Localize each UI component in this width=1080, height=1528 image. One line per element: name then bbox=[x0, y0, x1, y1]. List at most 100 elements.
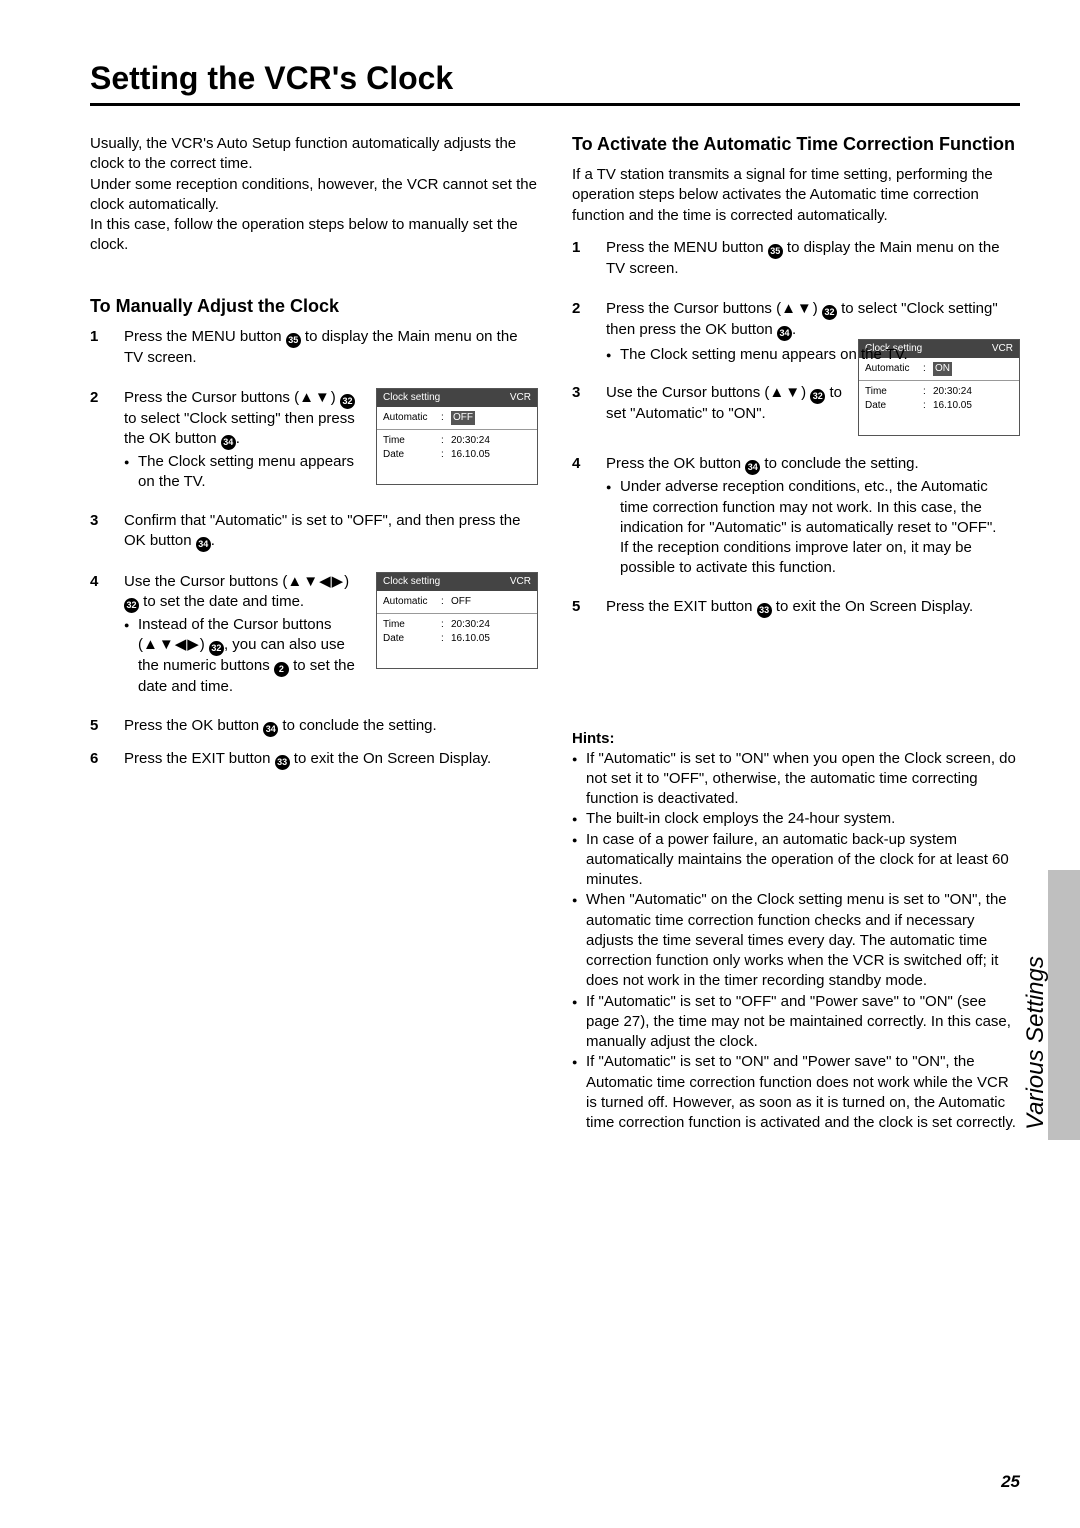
step-text: ) bbox=[344, 573, 349, 590]
two-column-layout: Usually, the VCR's Auto Setup function a… bbox=[90, 134, 1020, 1133]
ref-badge-ok: 34 bbox=[263, 722, 278, 737]
osd-panel-off: Clock setting VCR Automatic : OFF bbox=[376, 388, 538, 485]
step-6: 6 Press the EXIT button 33 to exit the O… bbox=[90, 749, 538, 772]
intro-line: Usually, the VCR's Auto Setup function a… bbox=[90, 134, 538, 175]
sub-bullet: The Clock setting menu appears on the TV… bbox=[124, 452, 364, 493]
step-2: 2 Press the Cursor buttons (▲▼) 32 to se… bbox=[572, 299, 1020, 365]
hint-item: In case of a power failure, an automatic… bbox=[572, 830, 1020, 891]
hints-heading: Hints: bbox=[572, 730, 1020, 747]
step-text: Press the MENU button bbox=[124, 328, 286, 345]
step-number: 2 bbox=[90, 388, 124, 408]
step-text: . bbox=[792, 321, 796, 338]
osd-value-automatic: OFF bbox=[451, 411, 475, 425]
step-text: to exit the On Screen Display. bbox=[290, 750, 491, 767]
osd-value-date: 16.10.05 bbox=[451, 448, 531, 462]
hint-item: If "Automatic" is set to "ON" when you o… bbox=[572, 749, 1020, 810]
step-text: to set the date and time. bbox=[139, 593, 304, 610]
hint-item: When "Automatic" on the Clock setting me… bbox=[572, 890, 1020, 991]
ref-badge-cursor: 32 bbox=[810, 389, 825, 404]
ref-badge-exit: 33 bbox=[275, 755, 290, 770]
manual-steps: 1 Press the MENU button 35 to display th… bbox=[90, 327, 538, 772]
step-number: 1 bbox=[90, 327, 124, 347]
step-4: 4 Press the OK button 34 to conclude the… bbox=[572, 454, 1020, 578]
arrows-icon: ▲▼◀▶ bbox=[287, 573, 344, 590]
step-text: Press the Cursor buttons ( bbox=[124, 389, 299, 406]
step-number: 2 bbox=[572, 299, 606, 319]
ref-badge-ok: 34 bbox=[221, 435, 236, 450]
step-number: 5 bbox=[90, 716, 124, 736]
osd-colon: : bbox=[923, 385, 933, 399]
osd-title: Clock setting bbox=[383, 575, 440, 589]
auto-intro: If a TV station transmits a signal for t… bbox=[572, 165, 1020, 226]
ref-badge-cursor: 32 bbox=[209, 641, 224, 656]
step-text: Press the Cursor buttons ( bbox=[606, 300, 781, 317]
hints-list: If "Automatic" is set to "ON" when you o… bbox=[572, 749, 1020, 1134]
ref-badge-menu: 35 bbox=[768, 244, 783, 259]
step-text: Use the Cursor buttons ( bbox=[124, 573, 287, 590]
step-text: Press the EXIT button bbox=[606, 598, 757, 615]
ref-badge-ok: 34 bbox=[777, 326, 792, 341]
osd-value-automatic: OFF bbox=[451, 595, 531, 609]
osd-colon: : bbox=[441, 632, 451, 646]
osd-corner: VCR bbox=[510, 575, 531, 589]
ref-badge-ok: 34 bbox=[196, 537, 211, 552]
ref-badge-cursor: 32 bbox=[340, 394, 355, 409]
ref-badge-cursor: 32 bbox=[124, 598, 139, 613]
intro-line: Under some reception conditions, however… bbox=[90, 175, 538, 216]
step-text: Press the OK button bbox=[606, 455, 745, 472]
step-1: 1 Press the MENU button 35 to display th… bbox=[90, 327, 538, 370]
osd-title: Clock setting bbox=[383, 391, 440, 405]
intro-block: Usually, the VCR's Auto Setup function a… bbox=[90, 134, 538, 256]
manual-adjust-heading: To Manually Adjust the Clock bbox=[90, 296, 538, 317]
ref-badge-numeric: 2 bbox=[274, 662, 289, 677]
side-tab bbox=[1048, 870, 1080, 1140]
arrows-icon: ▲▼ bbox=[299, 389, 331, 406]
step-5: 5 Press the OK button 34 to conclude the… bbox=[90, 716, 538, 739]
osd-key-time: Time bbox=[383, 434, 441, 448]
step-number: 6 bbox=[90, 749, 124, 769]
page-title: Setting the VCR's Clock bbox=[90, 60, 1020, 97]
step-text: . bbox=[236, 430, 240, 447]
step-text: Use the Cursor buttons ( bbox=[606, 384, 769, 401]
step-number: 3 bbox=[572, 383, 606, 403]
left-column: Usually, the VCR's Auto Setup function a… bbox=[90, 134, 538, 1133]
ref-badge-cursor: 32 bbox=[822, 305, 837, 320]
step-text: ) bbox=[331, 389, 340, 406]
osd-key-time: Time bbox=[865, 385, 923, 399]
step-4: 4 Use the Cursor buttons (▲▼◀▶) 32 to se… bbox=[90, 572, 538, 698]
step-text: . bbox=[211, 532, 215, 549]
osd-value-date: 16.10.05 bbox=[451, 632, 531, 646]
step-text: ) bbox=[801, 384, 810, 401]
step-2: 2 Press the Cursor buttons (▲▼) 32 to se… bbox=[90, 388, 538, 493]
step-text: Press the EXIT button bbox=[124, 750, 275, 767]
osd-panel-off-2: Clock setting VCR Automatic : OFF bbox=[376, 572, 538, 669]
step-5: 5 Press the EXIT button 33 to exit the O… bbox=[572, 597, 1020, 620]
osd-value-time: 20:30:24 bbox=[451, 434, 531, 448]
osd-key-date: Date bbox=[383, 448, 441, 462]
right-column: To Activate the Automatic Time Correctio… bbox=[572, 134, 1020, 1133]
arrows-icon: ▲▼◀▶ bbox=[143, 636, 200, 653]
step-text: to conclude the setting. bbox=[278, 717, 436, 734]
osd-value-date: 16.10.05 bbox=[933, 399, 1013, 413]
side-section-label: Various Settings bbox=[1022, 870, 1050, 1140]
osd-value-time: 20:30:24 bbox=[933, 385, 1013, 399]
osd-colon: : bbox=[441, 411, 451, 425]
osd-colon: : bbox=[441, 448, 451, 462]
step-number: 3 bbox=[90, 511, 124, 531]
step-number: 4 bbox=[572, 454, 606, 474]
step-number: 4 bbox=[90, 572, 124, 592]
osd-key-date: Date bbox=[865, 399, 923, 413]
osd-corner: VCR bbox=[510, 391, 531, 405]
page-number: 25 bbox=[1001, 1472, 1020, 1492]
step-text: to exit the On Screen Display. bbox=[772, 598, 973, 615]
hint-item: The built-in clock employs the 24-hour s… bbox=[572, 809, 1020, 829]
step-text: to conclude the setting. bbox=[760, 455, 918, 472]
auto-correction-heading: To Activate the Automatic Time Correctio… bbox=[572, 134, 1020, 155]
step-3: 3 Use the Cursor buttons (▲▼) 32 to set … bbox=[572, 383, 1020, 436]
osd-colon: : bbox=[441, 434, 451, 448]
sub-bullet: Instead of the Cursor buttons (▲▼◀▶) 32,… bbox=[124, 615, 364, 698]
title-rule bbox=[90, 103, 1020, 106]
osd-key-automatic: Automatic bbox=[383, 595, 441, 609]
arrows-icon: ▲▼ bbox=[769, 384, 801, 401]
sub-bullet: The Clock setting menu appears on the TV… bbox=[606, 345, 1020, 365]
